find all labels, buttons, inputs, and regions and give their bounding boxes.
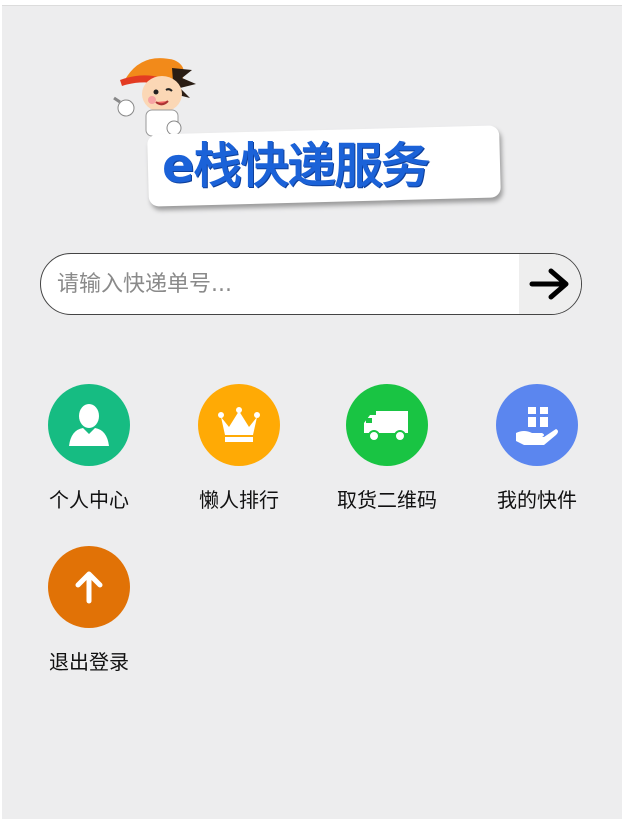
menu-item-logout[interactable]: 退出登录 bbox=[28, 546, 148, 676]
menu-label: 退出登录 bbox=[49, 650, 129, 674]
logo-title: e栈快递服务 bbox=[162, 138, 430, 194]
tracking-number-input[interactable] bbox=[41, 254, 519, 314]
user-icon bbox=[48, 384, 130, 466]
truck-icon bbox=[346, 384, 428, 466]
search-bar bbox=[40, 253, 582, 315]
brand-logo: e栈快递服务 bbox=[112, 50, 502, 210]
menu-label: 我的快件 bbox=[497, 488, 577, 512]
arrow-up-icon bbox=[48, 546, 130, 628]
menu-label: 取货二维码 bbox=[337, 488, 437, 512]
menu-item-my-packages[interactable]: 我的快件 bbox=[476, 384, 596, 514]
menu-label: 个人中心 bbox=[49, 488, 129, 512]
menu-item-pickup-qrcode[interactable]: 取货二维码 bbox=[326, 384, 446, 514]
package-hand-icon bbox=[496, 384, 578, 466]
crown-icon bbox=[198, 384, 280, 466]
menu-label: 懒人排行 bbox=[199, 488, 279, 512]
arrow-right-icon bbox=[529, 268, 569, 300]
menu-item-profile[interactable]: 个人中心 bbox=[28, 384, 148, 514]
search-button[interactable] bbox=[519, 254, 581, 314]
mascot-icon bbox=[113, 58, 196, 137]
menu-item-ranking[interactable]: 懒人排行 bbox=[178, 384, 298, 514]
window-edge bbox=[622, 0, 636, 818]
